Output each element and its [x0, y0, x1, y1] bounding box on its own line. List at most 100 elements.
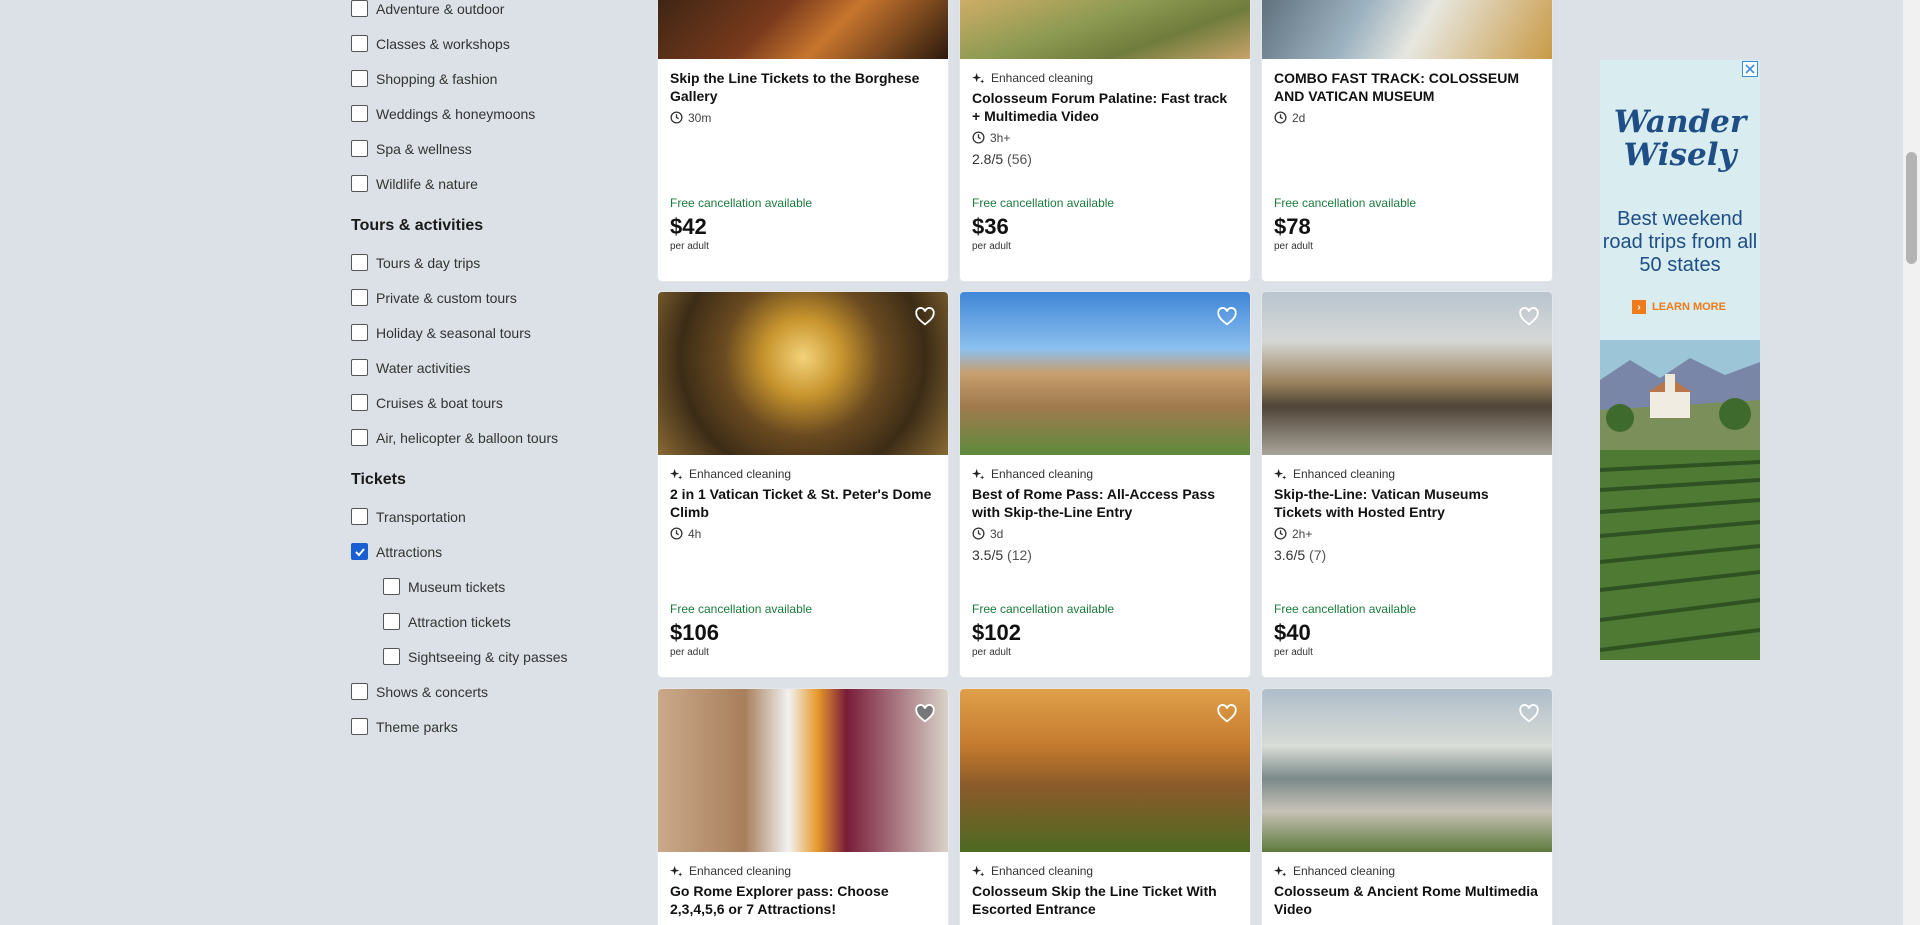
checkbox[interactable] [351, 394, 368, 411]
sparkle-icon [670, 468, 683, 480]
checkbox[interactable] [351, 324, 368, 341]
product-card[interactable]: Enhanced cleaning 2 in 1 Vatican Ticket … [658, 292, 948, 677]
ad-learn-more-link[interactable]: › LEARN MORE [1632, 300, 1726, 314]
filter-weddings-honeymoons[interactable]: Weddings & honeymoons [351, 96, 611, 131]
checkbox[interactable] [383, 578, 400, 595]
product-title[interactable]: Colosseum & Ancient Rome Multimedia Vide… [1274, 882, 1540, 918]
duration: 2d [1274, 110, 1540, 125]
checkbox[interactable] [351, 105, 368, 122]
filter-label: Weddings & honeymoons [376, 105, 536, 122]
product-title[interactable]: Go Rome Explorer pass: Choose 2,3,4,5,6 … [670, 882, 936, 918]
arrow-right-icon: › [1632, 300, 1646, 314]
free-cancellation: Free cancellation available [972, 602, 1115, 616]
product-image[interactable] [1262, 689, 1552, 852]
checkbox[interactable] [351, 289, 368, 306]
price: $42 [670, 214, 707, 239]
checkbox[interactable] [351, 70, 368, 87]
filter-classes-workshops[interactable]: Classes & workshops [351, 26, 611, 61]
checkbox[interactable] [351, 429, 368, 446]
product-card[interactable]: Skip the Line Tickets to the Borghese Ga… [658, 0, 948, 281]
heart-icon[interactable] [1216, 306, 1238, 328]
filter-theme-parks[interactable]: Theme parks [351, 709, 611, 744]
product-title[interactable]: Skip the Line Tickets to the Borghese Ga… [670, 69, 936, 105]
checkbox[interactable] [351, 0, 368, 17]
filter-label: Cruises & boat tours [376, 394, 503, 411]
checkbox[interactable] [351, 508, 368, 525]
checkbox[interactable] [351, 683, 368, 700]
filter-air-helicopter-balloon[interactable]: Air, helicopter & balloon tours [351, 420, 611, 455]
product-card[interactable]: Enhanced cleaning Skip-the-Line: Vatican… [1262, 292, 1552, 677]
checkbox[interactable] [351, 359, 368, 376]
review-count: (7) [1309, 547, 1327, 563]
filter-holiday-seasonal[interactable]: Holiday & seasonal tours [351, 315, 611, 350]
product-image[interactable] [1262, 0, 1552, 59]
product-title[interactable]: COMBO FAST TRACK: COLOSSEUM AND VATICAN … [1274, 69, 1540, 105]
filter-attraction-tickets[interactable]: Attraction tickets [351, 604, 611, 639]
sparkle-icon [1274, 865, 1287, 877]
filter-transportation[interactable]: Transportation [351, 499, 611, 534]
advertisement[interactable]: Wander Wisely Best weekend road trips fro… [1600, 60, 1760, 660]
filter-shows-concerts[interactable]: Shows & concerts [351, 674, 611, 709]
product-card[interactable]: Enhanced cleaning Colosseum Forum Palati… [960, 0, 1250, 281]
product-title[interactable]: Skip-the-Line: Vatican Museums Tickets w… [1274, 485, 1540, 521]
price-block: Free cancellation available $106 per adu… [670, 602, 812, 658]
filter-private-custom-tours[interactable]: Private & custom tours [351, 280, 611, 315]
duration-text: 2h+ [1292, 526, 1313, 541]
price: $36 [972, 214, 1009, 239]
product-image[interactable] [658, 689, 948, 852]
filter-attractions[interactable]: Attractions [351, 534, 611, 569]
product-card[interactable]: Enhanced cleaning Colosseum Skip the Lin… [960, 689, 1250, 925]
enhanced-cleaning-badge: Enhanced cleaning [670, 862, 936, 880]
checkbox[interactable] [383, 648, 400, 665]
heart-icon[interactable] [1518, 306, 1540, 328]
product-card[interactable]: Enhanced cleaning Colosseum & Ancient Ro… [1262, 689, 1552, 925]
price-unit: per adult [972, 241, 1011, 252]
checkbox[interactable] [351, 718, 368, 735]
product-image[interactable] [960, 292, 1250, 455]
price-block: Free cancellation available $36 per adul… [972, 196, 1114, 252]
product-image[interactable] [960, 689, 1250, 852]
product-image[interactable] [658, 292, 948, 455]
filter-water-activities[interactable]: Water activities [351, 350, 611, 385]
checkbox[interactable] [351, 140, 368, 157]
product-title[interactable]: Colosseum Skip the Line Ticket With Esco… [972, 882, 1238, 918]
filter-cruises-boat[interactable]: Cruises & boat tours [351, 385, 611, 420]
heart-icon[interactable] [914, 306, 936, 328]
product-image[interactable] [960, 0, 1250, 59]
heart-icon[interactable] [1518, 703, 1540, 725]
ad-cta-label: LEARN MORE [1652, 301, 1726, 313]
scrollbar-thumb[interactable] [1906, 152, 1917, 264]
filter-sightseeing-passes[interactable]: Sightseeing & city passes [351, 639, 611, 674]
filter-wildlife-nature[interactable]: Wildlife & nature [351, 166, 611, 201]
page-scrollbar[interactable] [1903, 0, 1920, 925]
filter-label: Classes & workshops [376, 35, 510, 52]
product-card[interactable]: COMBO FAST TRACK: COLOSSEUM AND VATICAN … [1262, 0, 1552, 281]
checkbox[interactable] [351, 254, 368, 271]
clock-icon [670, 527, 683, 540]
checkbox-checked[interactable] [351, 543, 368, 560]
product-title[interactable]: Colosseum Forum Palatine: Fast track + M… [972, 89, 1238, 125]
product-card[interactable]: Enhanced cleaning Go Rome Explorer pass:… [658, 689, 948, 925]
ad-close-button[interactable] [1742, 61, 1758, 77]
product-title[interactable]: 2 in 1 Vatican Ticket & St. Peter's Dome… [670, 485, 936, 521]
filter-shopping-fashion[interactable]: Shopping & fashion [351, 61, 611, 96]
product-image[interactable] [658, 0, 948, 59]
price-block: Free cancellation available $78 per adul… [1274, 196, 1416, 252]
product-image[interactable] [1262, 292, 1552, 455]
free-cancellation: Free cancellation available [670, 602, 813, 616]
filter-museum-tickets[interactable]: Museum tickets [351, 569, 611, 604]
product-title[interactable]: Best of Rome Pass: All-Access Pass with … [972, 485, 1238, 521]
filter-adventure-outdoor[interactable]: Adventure & outdoor [351, 0, 611, 26]
ad-tagline: Best weekend road trips from all 50 stat… [1602, 208, 1758, 276]
duration: 3d [972, 526, 1238, 541]
product-card[interactable]: Enhanced cleaning Best of Rome Pass: All… [960, 292, 1250, 677]
heart-icon[interactable] [1216, 703, 1238, 725]
filter-tours-day-trips[interactable]: Tours & day trips [351, 245, 611, 280]
enhanced-cleaning-badge: Enhanced cleaning [1274, 465, 1540, 483]
checkbox[interactable] [351, 35, 368, 52]
checkbox[interactable] [383, 613, 400, 630]
filter-spa-wellness[interactable]: Spa & wellness [351, 131, 611, 166]
heart-icon[interactable] [914, 703, 936, 725]
duration-text: 3h+ [990, 130, 1011, 145]
checkbox[interactable] [351, 175, 368, 192]
